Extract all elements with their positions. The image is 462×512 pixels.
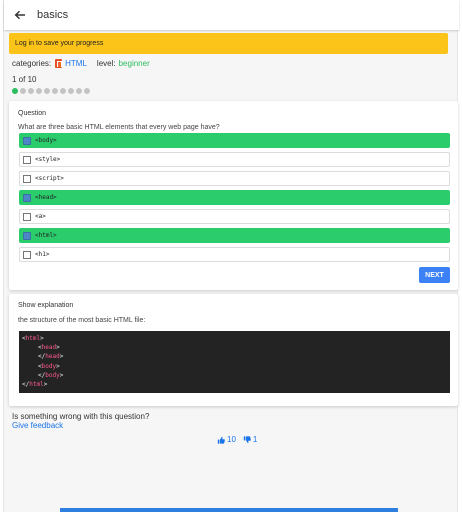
progress-dot [28, 88, 34, 94]
option-label: <a> [35, 213, 46, 220]
option-item[interactable]: <a> [19, 209, 450, 224]
option-label: <h1> [35, 251, 50, 258]
explanation-toggle[interactable]: Show explanation [18, 302, 73, 309]
categories-label: categories: [12, 59, 52, 68]
option-item[interactable]: <html> [19, 228, 450, 243]
code-line: <body> [38, 362, 60, 370]
option-label: <head> [35, 194, 57, 201]
next-button[interactable]: NEXT [419, 267, 450, 283]
progress-dot [68, 88, 74, 94]
app-frame: basics Log in to save your progress cate… [3, 0, 459, 512]
code-line: </head> [38, 353, 64, 361]
arrow-left-icon [14, 10, 25, 20]
login-banner-text: Log in to save your progress [15, 40, 104, 47]
progress-counter: 1 of 10 [12, 75, 37, 84]
question-title: Question [18, 110, 47, 117]
report-prompt: Is something wrong with this question? [12, 412, 150, 421]
progress-dot [84, 88, 90, 94]
html5-icon [55, 59, 63, 68]
level-value: beginner [118, 59, 150, 68]
back-button[interactable] [12, 7, 28, 23]
downvote-button[interactable]: 1 [243, 435, 257, 444]
checkbox-icon[interactable] [23, 174, 31, 183]
option-label: <html> [35, 232, 57, 239]
progress-dot [20, 88, 26, 94]
checkbox-icon[interactable] [23, 212, 31, 221]
progress-dot [52, 88, 58, 94]
progress-dot [36, 88, 42, 94]
code-line: </html> [22, 381, 48, 389]
option-item[interactable]: <style> [19, 152, 450, 167]
checkbox-icon[interactable] [23, 155, 31, 164]
explanation-text: the structure of the most basic HTML fil… [18, 317, 146, 324]
downvote-count: 1 [252, 435, 258, 444]
progress-dot [76, 88, 82, 94]
login-banner[interactable]: Log in to save your progress [9, 33, 448, 54]
checkbox-checked-icon[interactable] [23, 231, 31, 240]
explanation-card: Show explanation the structure of the mo… [9, 294, 458, 406]
app-bar: basics [4, 0, 459, 30]
option-item[interactable]: <body> [19, 133, 450, 148]
thumbs-up-icon [217, 436, 225, 444]
option-item[interactable]: <h1> [19, 247, 450, 262]
question-card: Question What are three basic HTML eleme… [9, 101, 458, 290]
upvote-button[interactable]: 10 [217, 435, 236, 444]
progress-dots [12, 88, 90, 94]
progress-dot [44, 88, 50, 94]
checkbox-checked-icon[interactable] [23, 136, 31, 145]
option-label: <body> [35, 137, 57, 144]
give-feedback-link[interactable]: Give feedback [12, 421, 63, 430]
progress-dot [60, 88, 66, 94]
checkbox-icon[interactable] [23, 250, 31, 259]
question-text: What are three basic HTML elements that … [18, 124, 220, 131]
page-title: basics [37, 9, 69, 21]
option-item[interactable]: <script> [19, 171, 450, 186]
progress-dot [12, 88, 18, 94]
option-label: <style> [35, 156, 61, 163]
votes: 10 1 [217, 435, 257, 444]
code-line: <html> [22, 335, 44, 342]
option-item[interactable]: <head> [19, 190, 450, 205]
code-block: <html> <head> </head> <body> </body> </html> [19, 331, 450, 393]
code-line: </body> [38, 371, 64, 379]
option-label: <script> [35, 175, 64, 182]
upvote-count: 10 [227, 435, 236, 444]
checkbox-checked-icon[interactable] [23, 193, 31, 202]
bottom-accent-bar [60, 508, 398, 512]
thumbs-down-icon [243, 435, 251, 443]
code-line: <head> [38, 344, 60, 352]
category-link[interactable]: HTML [65, 59, 87, 68]
level-label: level: [96, 59, 116, 68]
question-meta: categories: HTML level: beginner [12, 59, 150, 68]
